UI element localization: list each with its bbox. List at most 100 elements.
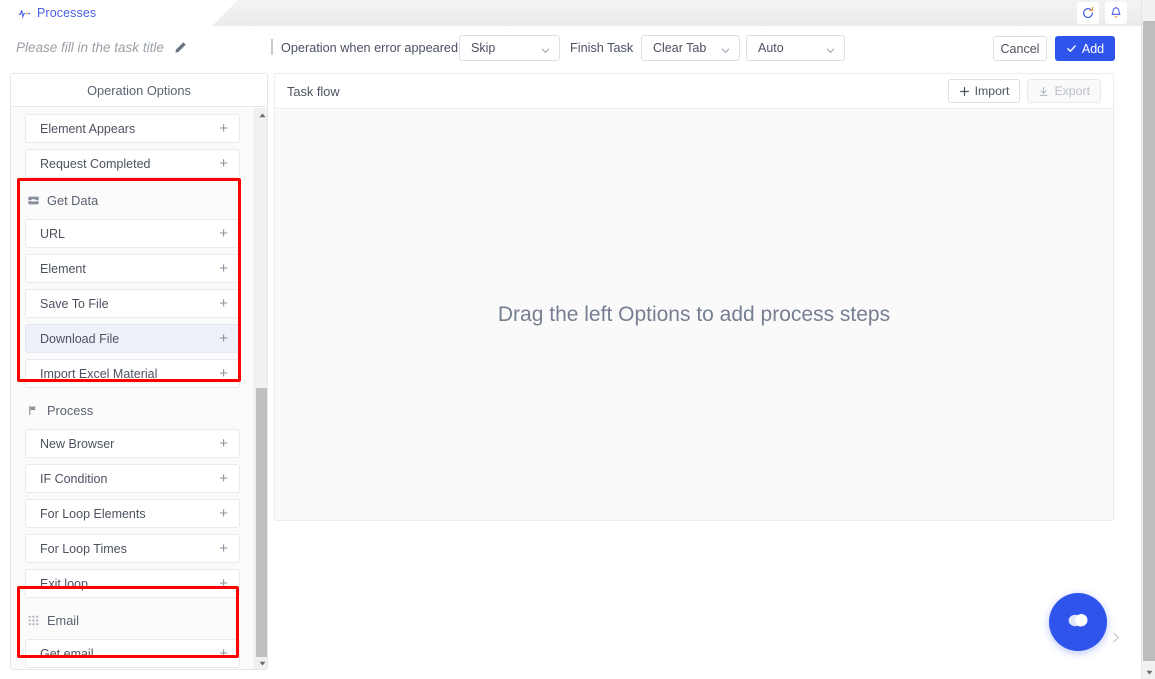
panel-title: Operation Options	[87, 82, 191, 98]
option-download-file[interactable]: Download File +	[25, 324, 240, 353]
option-get-email[interactable]: Get email +	[25, 639, 240, 668]
export-button[interactable]: Export	[1027, 79, 1101, 103]
option-label: New Browser	[40, 436, 115, 451]
plus-icon[interactable]: +	[219, 646, 228, 661]
task-flow-actions: Import Export	[947, 79, 1101, 103]
option-save-to-file[interactable]: Save To File +	[25, 289, 240, 318]
plus-icon[interactable]: +	[219, 541, 228, 556]
plus-icon[interactable]: +	[219, 576, 228, 591]
import-button[interactable]: Import	[947, 79, 1021, 103]
finish-task-label: Finish Task	[570, 41, 634, 55]
option-label: Element	[40, 261, 86, 276]
plus-icon[interactable]: +	[219, 331, 228, 346]
group-header-process: Process	[25, 397, 240, 423]
chat-expand-arrow-icon[interactable]	[1110, 631, 1123, 644]
scroll-down-arrow-icon[interactable]	[255, 656, 267, 669]
download-icon	[1038, 86, 1049, 97]
browser-scroll-down-arrow-icon[interactable]	[1142, 665, 1155, 679]
browser-scrollbar[interactable]	[1141, 0, 1155, 679]
toolbar-divider	[271, 39, 273, 55]
operation-options-body: Element Appears + Request Completed + Ge…	[11, 108, 267, 669]
plus-icon[interactable]: +	[219, 156, 228, 171]
run-mode-value: Auto	[758, 41, 784, 55]
error-operation-label: Operation when error appeared	[281, 41, 459, 55]
cancel-button[interactable]: Cancel	[993, 36, 1047, 61]
option-for-loop-times[interactable]: For Loop Times +	[25, 534, 240, 563]
option-label: Exit loop	[40, 576, 88, 591]
option-label: Import Excel Material	[40, 366, 158, 381]
option-if-condition[interactable]: IF Condition +	[25, 464, 240, 493]
plus-icon[interactable]: +	[219, 366, 228, 381]
group-label: Email	[47, 612, 79, 628]
option-element[interactable]: Element +	[25, 254, 240, 283]
option-import-excel-material[interactable]: Import Excel Material +	[25, 359, 240, 388]
scroll-up-arrow-icon[interactable]	[255, 108, 267, 123]
option-label: For Loop Times	[40, 541, 127, 556]
plus-icon[interactable]: +	[219, 436, 228, 451]
run-mode-select[interactable]: Auto	[746, 35, 845, 61]
browser-tab-bar: Processes	[0, 0, 1141, 26]
plus-icon[interactable]: +	[219, 471, 228, 486]
group-label: Process	[47, 402, 94, 418]
task-title-placeholder: Please fill in the task title	[16, 40, 164, 55]
option-label: Get email	[40, 646, 94, 661]
operation-options-panel: Operation Options Element Appears + Requ…	[10, 73, 268, 670]
chat-bubble-icon	[1068, 613, 1088, 627]
sidebar-scrollbar-thumb[interactable]	[256, 388, 267, 657]
app-root: Processes Please fill in the task title	[0, 0, 1155, 679]
chevron-down-icon	[540, 43, 551, 54]
plus-icon	[959, 86, 970, 97]
finish-task-select[interactable]: Clear Tab	[641, 35, 740, 61]
group-header-get-data: Get Data	[25, 187, 240, 213]
error-operation-select[interactable]: Skip	[459, 35, 560, 61]
plus-icon[interactable]: +	[219, 261, 228, 276]
import-button-label: Import	[974, 84, 1010, 98]
operation-options-list: Element Appears + Request Completed + Ge…	[11, 108, 254, 668]
option-label: Download File	[40, 331, 120, 346]
refresh-icon[interactable]	[1077, 2, 1099, 24]
task-flow-title: Task flow	[287, 83, 340, 99]
tab-processes[interactable]: Processes	[0, 0, 238, 26]
plus-icon[interactable]: +	[219, 226, 228, 241]
task-flow-panel: Task flow Import Export Drag the left Op…	[274, 73, 1114, 521]
plus-icon[interactable]: +	[219, 506, 228, 521]
option-label: For Loop Elements	[40, 506, 146, 521]
bell-icon[interactable]	[1105, 2, 1127, 24]
group-header-email: Email	[25, 607, 240, 633]
group-label: Get Data	[47, 192, 99, 208]
operation-options-header: Operation Options	[11, 74, 267, 107]
chevron-down-icon	[720, 43, 731, 54]
option-exit-loop[interactable]: Exit loop +	[25, 569, 240, 598]
option-element-appears[interactable]: Element Appears +	[25, 114, 240, 143]
sidebar-scrollbar[interactable]	[254, 108, 267, 669]
error-operation-value: Skip	[471, 41, 496, 55]
option-for-loop-elements[interactable]: For Loop Elements +	[25, 499, 240, 528]
option-label: IF Condition	[40, 471, 108, 486]
finish-task-value: Clear Tab	[653, 41, 707, 55]
plus-icon[interactable]: +	[219, 296, 228, 311]
plus-icon[interactable]: +	[219, 121, 228, 136]
inbox-icon	[27, 194, 40, 207]
task-title-field[interactable]: Please fill in the task title	[16, 40, 187, 55]
chevron-down-icon	[825, 43, 836, 54]
browser-scrollbar-thumb[interactable]	[1143, 21, 1155, 661]
task-flow-canvas[interactable]: Drag the left Options to add process ste…	[275, 110, 1113, 520]
task-flow-header: Task flow Import Export	[275, 74, 1113, 109]
flag-icon	[27, 404, 40, 417]
option-label: Request Completed	[40, 156, 151, 171]
tab-bar-actions	[1077, 2, 1127, 24]
option-label: Element Appears	[40, 121, 136, 136]
export-button-label: Export	[1054, 84, 1090, 98]
tab-label: Processes	[37, 6, 97, 20]
add-button-label: Add	[1081, 41, 1105, 56]
add-button[interactable]: Add	[1055, 36, 1115, 61]
check-icon	[1066, 43, 1077, 54]
chat-support-button[interactable]	[1049, 593, 1107, 651]
option-label: Save To File	[40, 296, 109, 311]
grid-dots-icon	[27, 614, 40, 627]
option-url[interactable]: URL +	[25, 219, 240, 248]
option-new-browser[interactable]: New Browser +	[25, 429, 240, 458]
option-request-completed[interactable]: Request Completed +	[25, 149, 240, 178]
pencil-icon[interactable]	[173, 41, 187, 55]
option-label: URL	[40, 226, 66, 241]
